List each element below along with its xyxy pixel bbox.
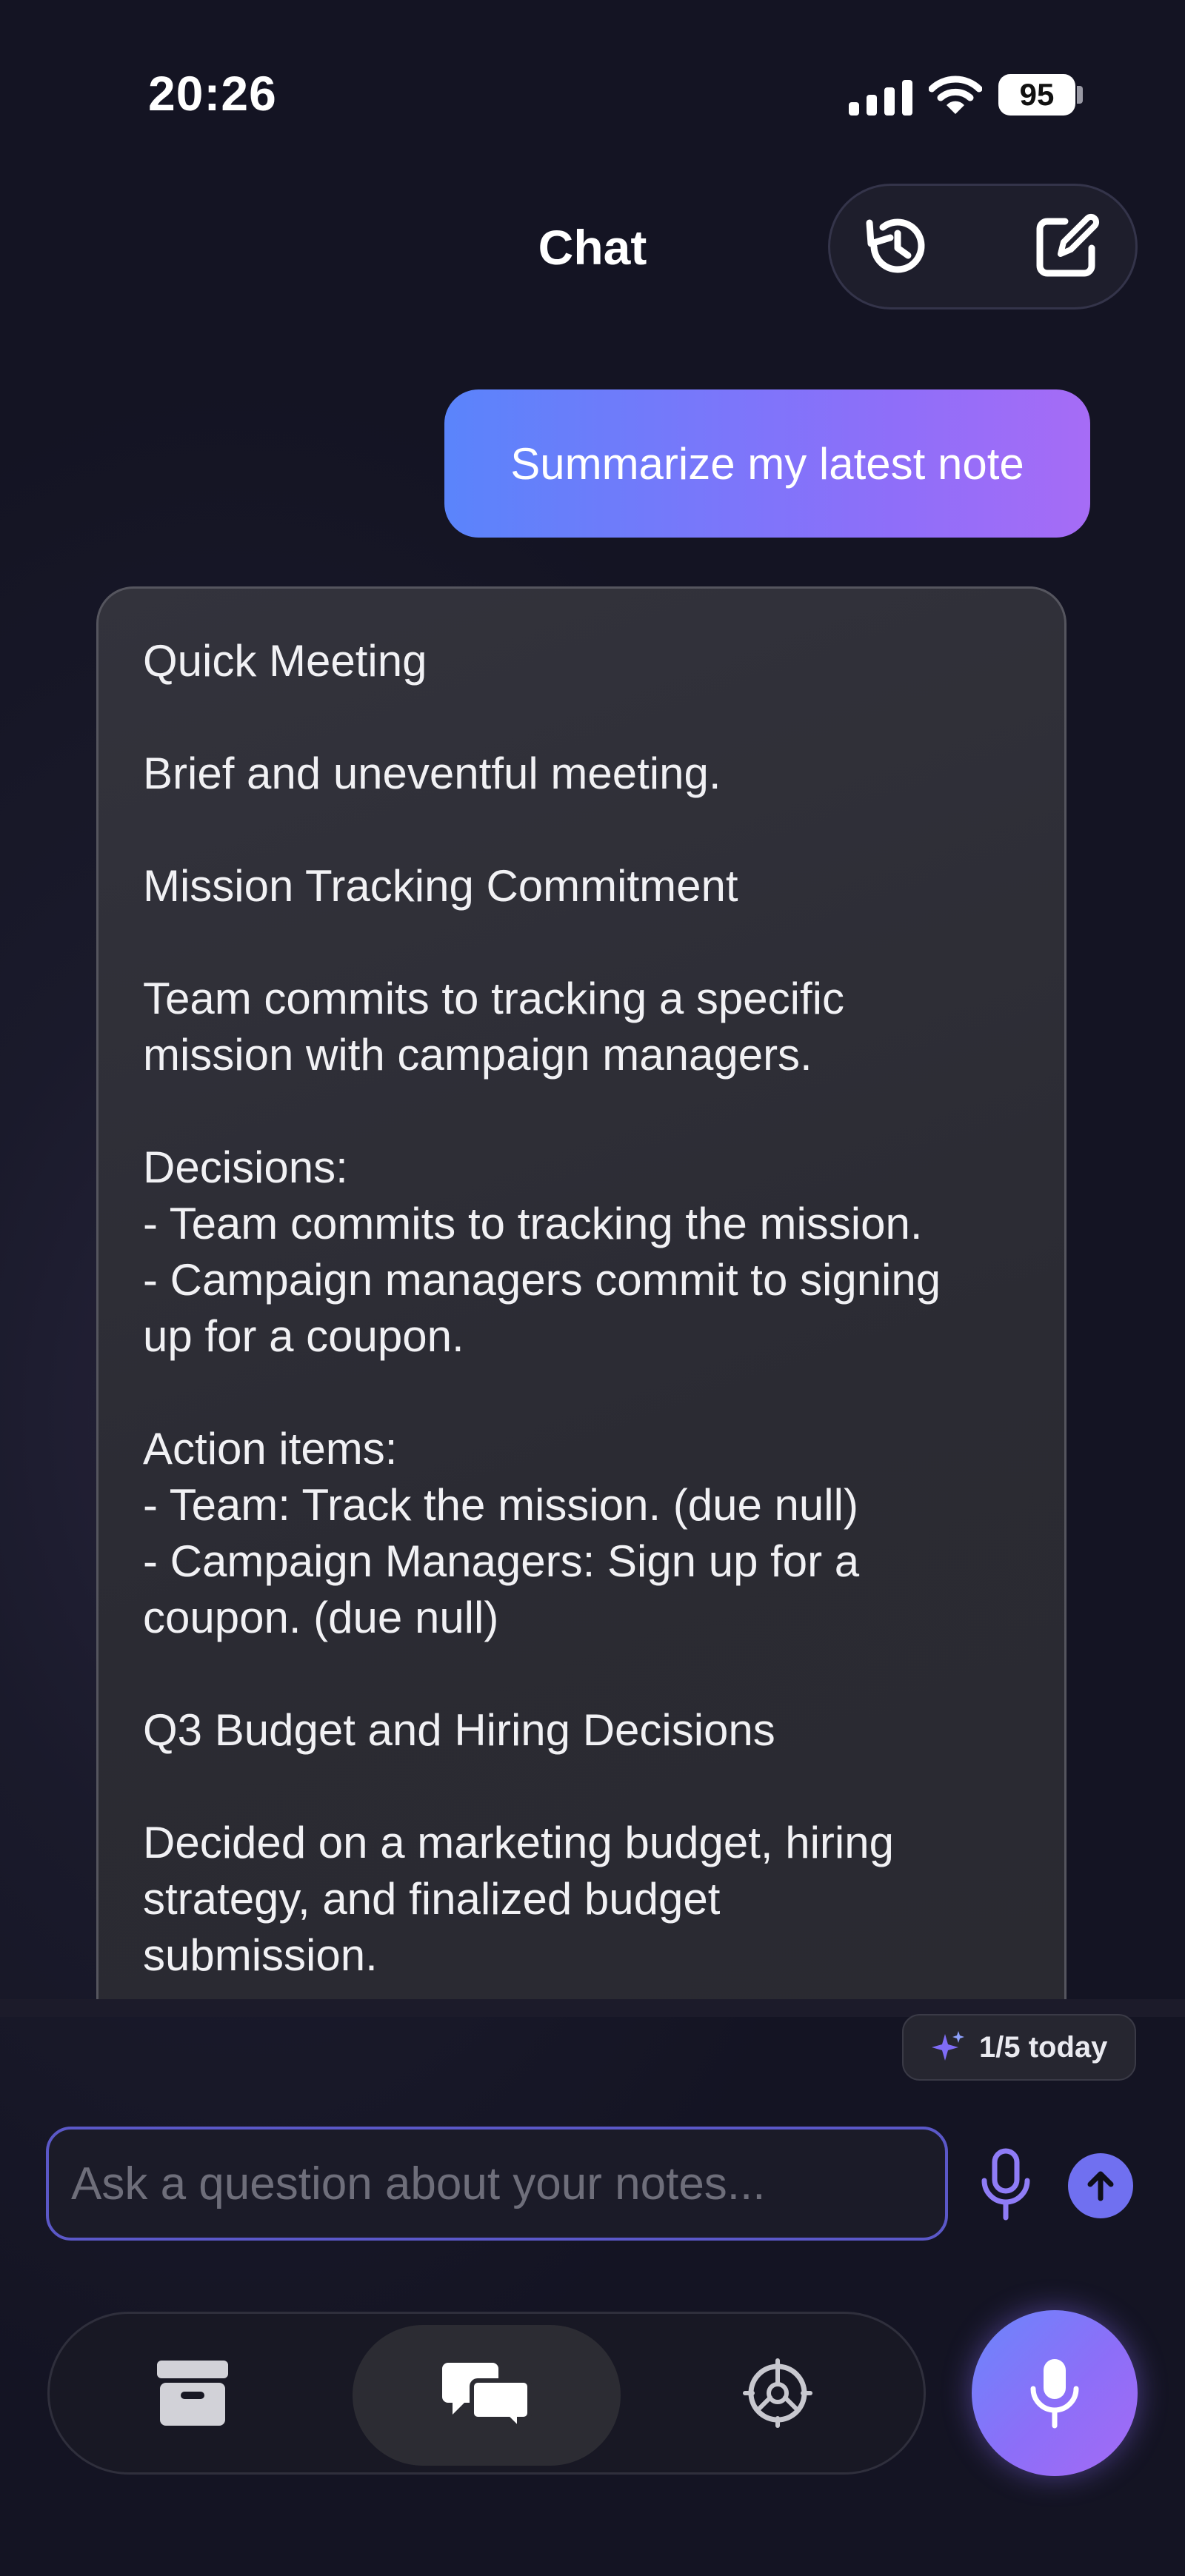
question-input[interactable] [46, 2127, 948, 2241]
record-button[interactable] [972, 2310, 1138, 2476]
assistant-message-bubble: Quick Meeting Brief and uneventful meeti… [96, 586, 1066, 2008]
battery-level: 95 [1019, 77, 1055, 112]
status-time: 20:26 [148, 66, 277, 121]
chat-icon [441, 2358, 533, 2432]
microphone-icon [980, 2148, 1032, 2222]
voice-input-button[interactable] [976, 2144, 1035, 2226]
settings-icon [742, 2358, 813, 2429]
wifi-icon [929, 74, 982, 116]
tab-settings[interactable] [718, 2347, 837, 2439]
signal-icon [849, 80, 912, 117]
usage-badge: 1/5 today [902, 2014, 1136, 2081]
new-chat-button[interactable] [1015, 198, 1118, 295]
usage-label: 1/5 today [979, 2030, 1108, 2064]
user-message-text: Summarize my latest note [510, 438, 1024, 489]
sparkle-icon [930, 2030, 966, 2065]
battery-icon: 95 [998, 74, 1075, 116]
assistant-message-text: Quick Meeting Brief and uneventful meeti… [143, 636, 941, 1980]
send-arrow-icon [1082, 2167, 1119, 2204]
send-button[interactable] [1068, 2153, 1133, 2218]
history-button[interactable] [844, 198, 948, 295]
tab-inbox[interactable] [133, 2347, 252, 2439]
tab-chat[interactable] [353, 2325, 621, 2466]
inbox-icon [154, 2358, 231, 2429]
microphone-icon [1029, 2356, 1081, 2430]
user-message-bubble: Summarize my latest note [444, 389, 1090, 538]
history-icon [859, 210, 933, 284]
battery-cap [1077, 86, 1083, 104]
page-title: Chat [538, 220, 647, 275]
compose-icon [1031, 211, 1102, 282]
